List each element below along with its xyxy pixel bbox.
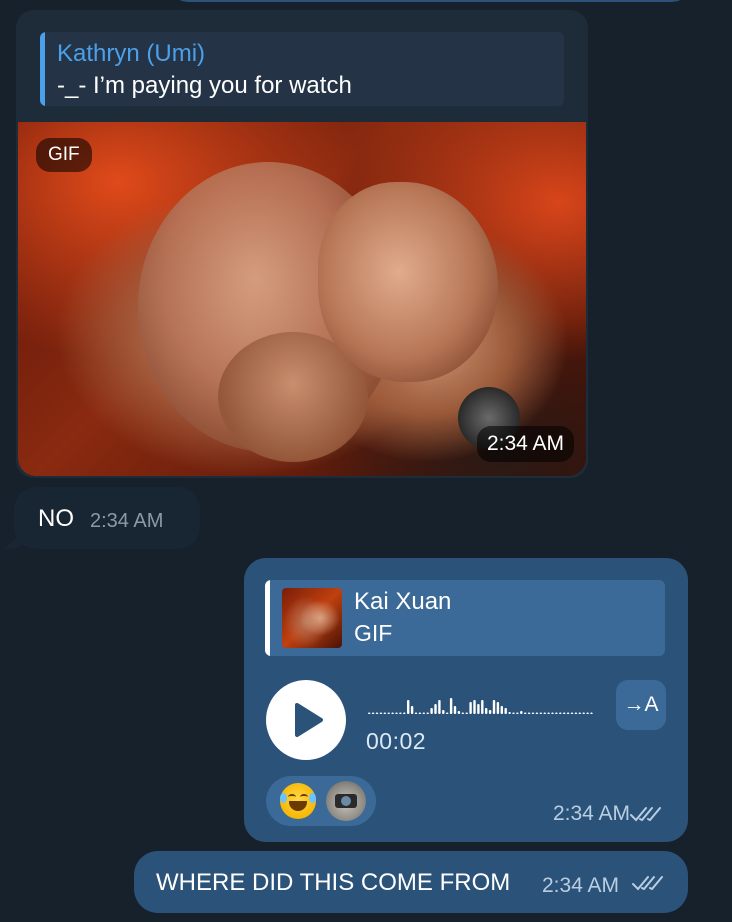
waveform-bar: [430, 708, 433, 714]
waveform-bar: [488, 710, 492, 714]
waveform-bar: [492, 700, 496, 714]
waveform-bar: [403, 712, 406, 714]
waveform-bar: [442, 710, 445, 714]
message-time: 2:34 AM: [476, 426, 574, 462]
reply-thumbnail: [282, 588, 342, 648]
waveform-bar: [500, 706, 503, 714]
waveform-bar: [461, 712, 464, 714]
waveform-bar: [375, 712, 379, 714]
waveform-bar: [547, 712, 550, 714]
reply-author: Kai Xuan: [354, 588, 452, 615]
reactions-bar[interactable]: [266, 776, 376, 826]
waveform-bar: [426, 712, 429, 714]
reply-text: -_- I’m paying you for watch: [57, 72, 352, 99]
waveform-bar: [504, 708, 507, 714]
bubble-tail: [4, 529, 26, 549]
waveform-bar: [574, 712, 578, 714]
waveform-bar: [446, 712, 449, 714]
waveform-bar: [590, 712, 593, 714]
gif-badge: GIF: [36, 138, 92, 172]
waveform-bar: [508, 712, 511, 714]
gif-media[interactable]: GIF 2:34 AM: [18, 122, 586, 476]
waveform-bar: [555, 712, 558, 714]
waveform-bar: [516, 712, 519, 714]
gif-message-bubble[interactable]: Kathryn (Umi) -_- I’m paying you for wat…: [16, 10, 588, 478]
message-text: WHERE DID THIS COME FROM: [156, 869, 511, 896]
waveform-bar: [520, 711, 523, 714]
waveform-bar: [438, 700, 441, 714]
waveform-bar: [539, 712, 542, 714]
waveform-bar: [449, 698, 453, 714]
waveform-bar: [551, 712, 554, 714]
reply-text: GIF: [354, 620, 393, 646]
waveform-bar: [527, 712, 531, 714]
waveform-bar: [434, 704, 437, 714]
emoji-tear: [309, 793, 316, 803]
transcribe-button[interactable]: →A: [616, 680, 666, 730]
waveform[interactable]: [366, 688, 596, 718]
previous-message-bubble[interactable]: [170, 0, 690, 2]
waveform-bar: [481, 700, 484, 714]
waveform-bar: [395, 712, 398, 714]
waveform-bar: [473, 700, 476, 714]
emoji-mouth: [289, 801, 307, 811]
emoji-tear: [280, 793, 287, 803]
double-check-icon: [630, 807, 661, 822]
waveform-bar: [407, 700, 410, 714]
reply-author: Kathryn (Umi): [57, 40, 206, 67]
reply-preview[interactable]: Kai Xuan GIF: [265, 580, 665, 656]
gif-hand-shape: [318, 182, 498, 382]
waveform-bar: [566, 712, 570, 714]
waveform-bar: [578, 712, 581, 714]
emoji-eye: [288, 794, 296, 800]
reply-preview[interactable]: Kathryn (Umi) -_- I’m paying you for wat…: [40, 32, 564, 106]
waveform-bar: [477, 704, 480, 714]
waveform-bar: [559, 712, 562, 714]
waveform-bar: [535, 712, 539, 714]
waveform-bar: [586, 712, 589, 714]
play-icon: [295, 703, 323, 737]
waveform-bar: [570, 712, 574, 714]
waveform-bar: [383, 712, 386, 714]
waveform-bar: [485, 708, 488, 714]
waveform-bar: [457, 711, 461, 714]
voice-message-bubble[interactable]: Kai Xuan GIF 00:02 →A 2:34 AM: [244, 558, 688, 842]
waveform-bar: [531, 712, 535, 714]
camera-lens: [341, 796, 351, 806]
reply-accent-bar: [40, 32, 45, 106]
rolling-on-floor-laughing-emoji-icon[interactable]: [280, 783, 316, 819]
waveform-bar: [582, 712, 585, 714]
waveform-bar: [469, 702, 472, 714]
waveform-bar: [465, 712, 468, 714]
waveform-bar: [496, 702, 500, 714]
waveform-bar: [387, 712, 390, 714]
play-button[interactable]: [266, 680, 346, 760]
emoji-eye: [300, 794, 308, 800]
waveform-bar: [543, 712, 546, 714]
waveform-bar: [391, 712, 394, 714]
voice-duration: 00:02: [366, 728, 427, 754]
waveform-bar: [399, 712, 402, 714]
waveform-bar: [453, 706, 457, 714]
waveform-bar: [512, 712, 515, 714]
waveform-bar: [379, 712, 383, 714]
no-message-bubble[interactable]: NO 2:34 AM: [4, 487, 200, 549]
waveform-bar: [563, 712, 566, 714]
waveform-bar: [414, 712, 418, 714]
waveform-bar: [368, 712, 371, 714]
waveform-bar: [418, 712, 422, 714]
reply-accent-bar: [265, 580, 270, 656]
reaction-user-avatar[interactable]: [326, 781, 366, 821]
waveform-bar: [524, 712, 527, 714]
message-time: 2:34 AM: [90, 510, 164, 532]
where-message-bubble[interactable]: WHERE DID THIS COME FROM 2:34 AM: [134, 851, 688, 913]
message-time: 2:34 AM: [552, 802, 630, 825]
waveform-bar: [371, 712, 375, 714]
double-check-icon: [632, 876, 663, 891]
waveform-bar: [422, 712, 425, 714]
message-text: NO: [38, 505, 74, 532]
message-time: 2:34 AM: [542, 874, 620, 897]
waveform-bar: [410, 706, 414, 714]
